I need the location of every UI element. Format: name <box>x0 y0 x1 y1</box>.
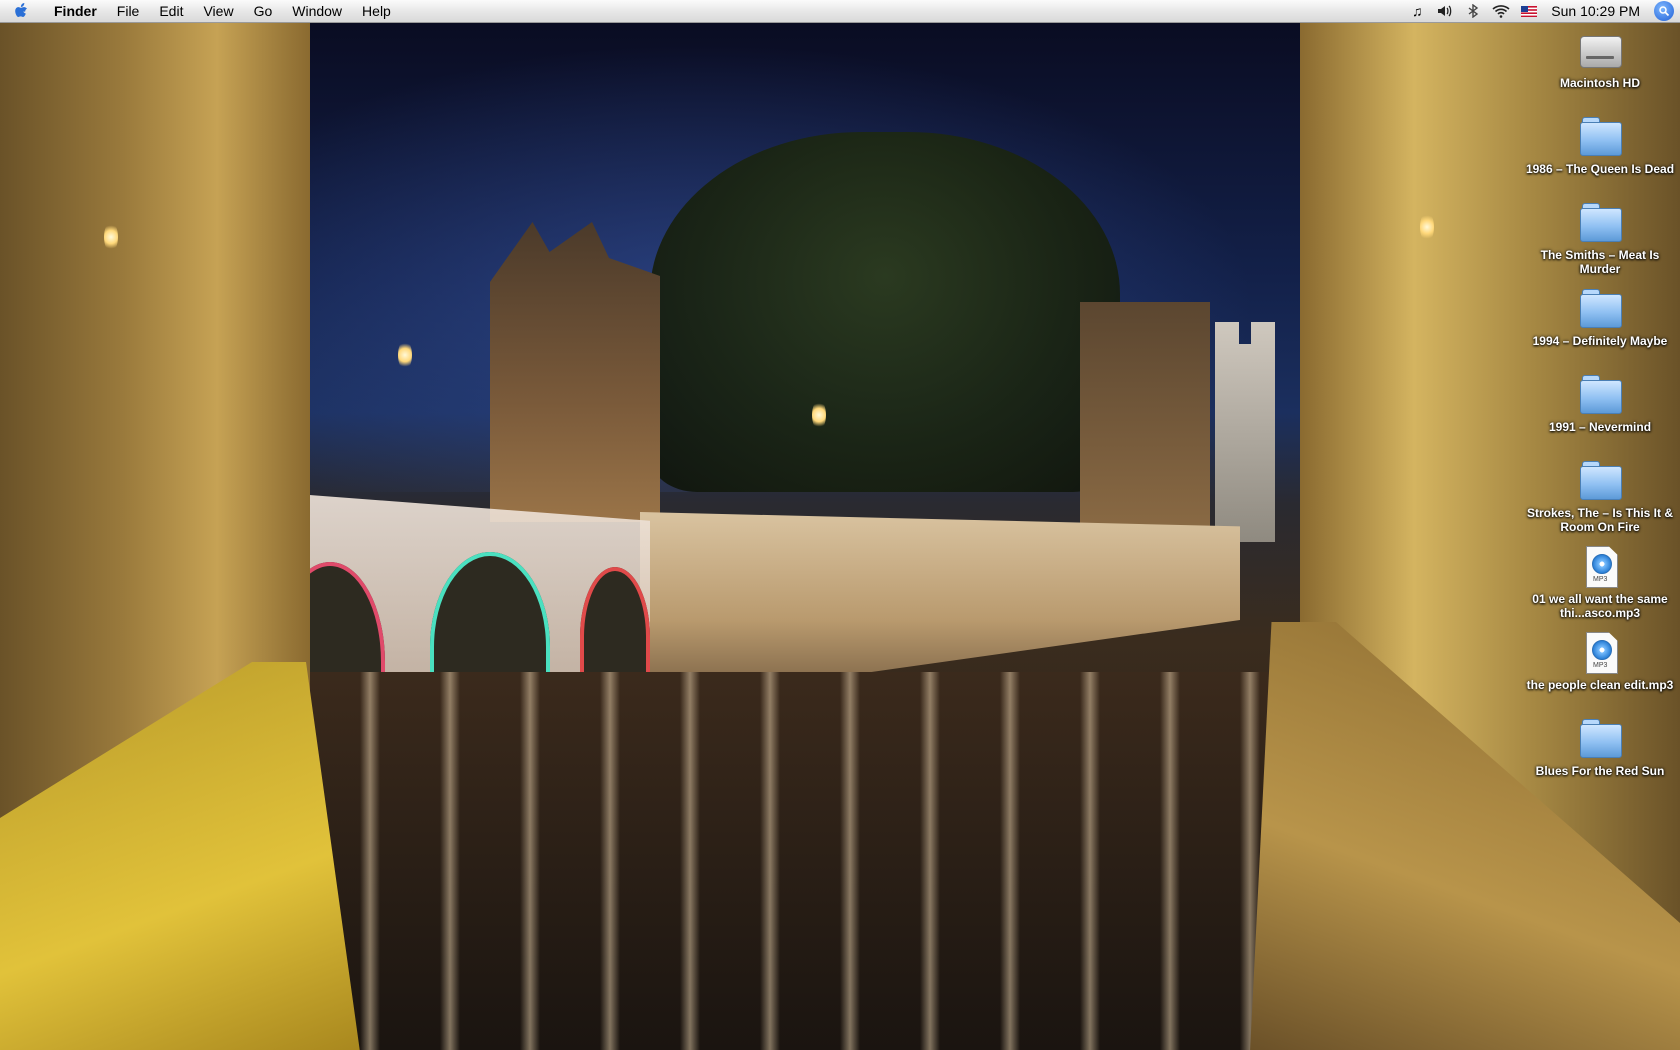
menu-window[interactable]: Window <box>282 3 352 19</box>
apple-menu[interactable] <box>0 2 44 20</box>
desktop-icon-folder[interactable]: Blues For the Red Sun <box>1520 716 1680 778</box>
desktop-icon-label: Strokes, The – Is This It & Room On Fire <box>1526 506 1674 534</box>
wallpaper-lamp <box>1420 212 1434 242</box>
desktop-icon-label: 1994 – Definitely Maybe <box>1532 334 1668 348</box>
desktop-icon-mp3[interactable]: MP3 01 we all want the same thi...asco.m… <box>1520 544 1680 620</box>
desktop-icon-label: The Smiths – Meat Is Murder <box>1540 248 1660 276</box>
desktop-icons: Macintosh HD 1986 – The Queen Is Dead Th… <box>1520 22 1680 1050</box>
desktop-icon-label: 1986 – The Queen Is Dead <box>1525 162 1675 176</box>
desktop-icon-label: 1991 – Nevermind <box>1548 420 1652 434</box>
mp3-file-icon: MP3 <box>1578 544 1622 588</box>
menu-file[interactable]: File <box>107 3 150 19</box>
menu-edit[interactable]: Edit <box>149 3 193 19</box>
desktop-icon-folder[interactable]: 1994 – Definitely Maybe <box>1520 286 1680 348</box>
desktop-icon-folder[interactable]: 1986 – The Queen Is Dead <box>1520 114 1680 176</box>
wallpaper-building-left <box>490 222 660 522</box>
wallpaper-building-right <box>1080 302 1210 532</box>
desktop-icon-macintosh-hd[interactable]: Macintosh HD <box>1520 28 1680 90</box>
wallpaper-trees <box>650 132 1120 492</box>
wallpaper-river <box>300 672 1300 1050</box>
menu-clock[interactable]: Sun 10:29 PM <box>1543 3 1654 19</box>
bluetooth-icon[interactable] <box>1459 0 1487 22</box>
wallpaper-lamp <box>398 340 412 370</box>
mp3-file-icon: MP3 <box>1578 630 1622 674</box>
folder-icon <box>1578 114 1622 158</box>
folder-icon <box>1578 458 1622 502</box>
folder-icon <box>1578 286 1622 330</box>
wifi-icon[interactable] <box>1487 0 1515 22</box>
desktop-icon-mp3[interactable]: MP3 the people clean edit.mp3 <box>1520 630 1680 692</box>
menu-finder[interactable]: Finder <box>44 3 107 19</box>
volume-icon[interactable] <box>1431 0 1459 22</box>
menu-bar: Finder File Edit View Go Window Help ♫ S… <box>0 0 1680 23</box>
desktop-icon-folder[interactable]: Strokes, The – Is This It & Room On Fire <box>1520 458 1680 534</box>
folder-icon <box>1578 716 1622 760</box>
desktop-icon-folder[interactable]: 1991 – Nevermind <box>1520 372 1680 434</box>
wallpaper-cathedral <box>1215 322 1275 542</box>
wallpaper-quay <box>640 512 1240 692</box>
folder-icon <box>1578 200 1622 244</box>
apple-icon <box>15 3 27 17</box>
folder-icon <box>1578 372 1622 416</box>
menu-help[interactable]: Help <box>352 3 401 19</box>
music-note-icon[interactable]: ♫ <box>1403 0 1431 22</box>
desktop-icon-label: the people clean edit.mp3 <box>1526 678 1674 692</box>
wallpaper-lamp <box>104 222 118 252</box>
desktop-icon-folder[interactable]: The Smiths – Meat Is Murder <box>1520 200 1680 276</box>
desktop-icon-label: Macintosh HD <box>1559 76 1640 90</box>
menu-view[interactable]: View <box>193 3 243 19</box>
desktop-icon-label: Blues For the Red Sun <box>1535 764 1665 778</box>
spotlight-icon[interactable] <box>1654 1 1674 21</box>
wallpaper-lamp <box>812 400 826 430</box>
us-flag-icon[interactable] <box>1515 0 1543 22</box>
menu-go[interactable]: Go <box>244 3 283 19</box>
hard-drive-icon <box>1578 28 1622 72</box>
menu-extras: ♫ Sun 10:29 PM <box>1403 0 1680 22</box>
desktop-icon-label: 01 we all want the same thi...asco.mp3 <box>1532 592 1668 620</box>
desktop-wallpaper <box>0 22 1680 1050</box>
